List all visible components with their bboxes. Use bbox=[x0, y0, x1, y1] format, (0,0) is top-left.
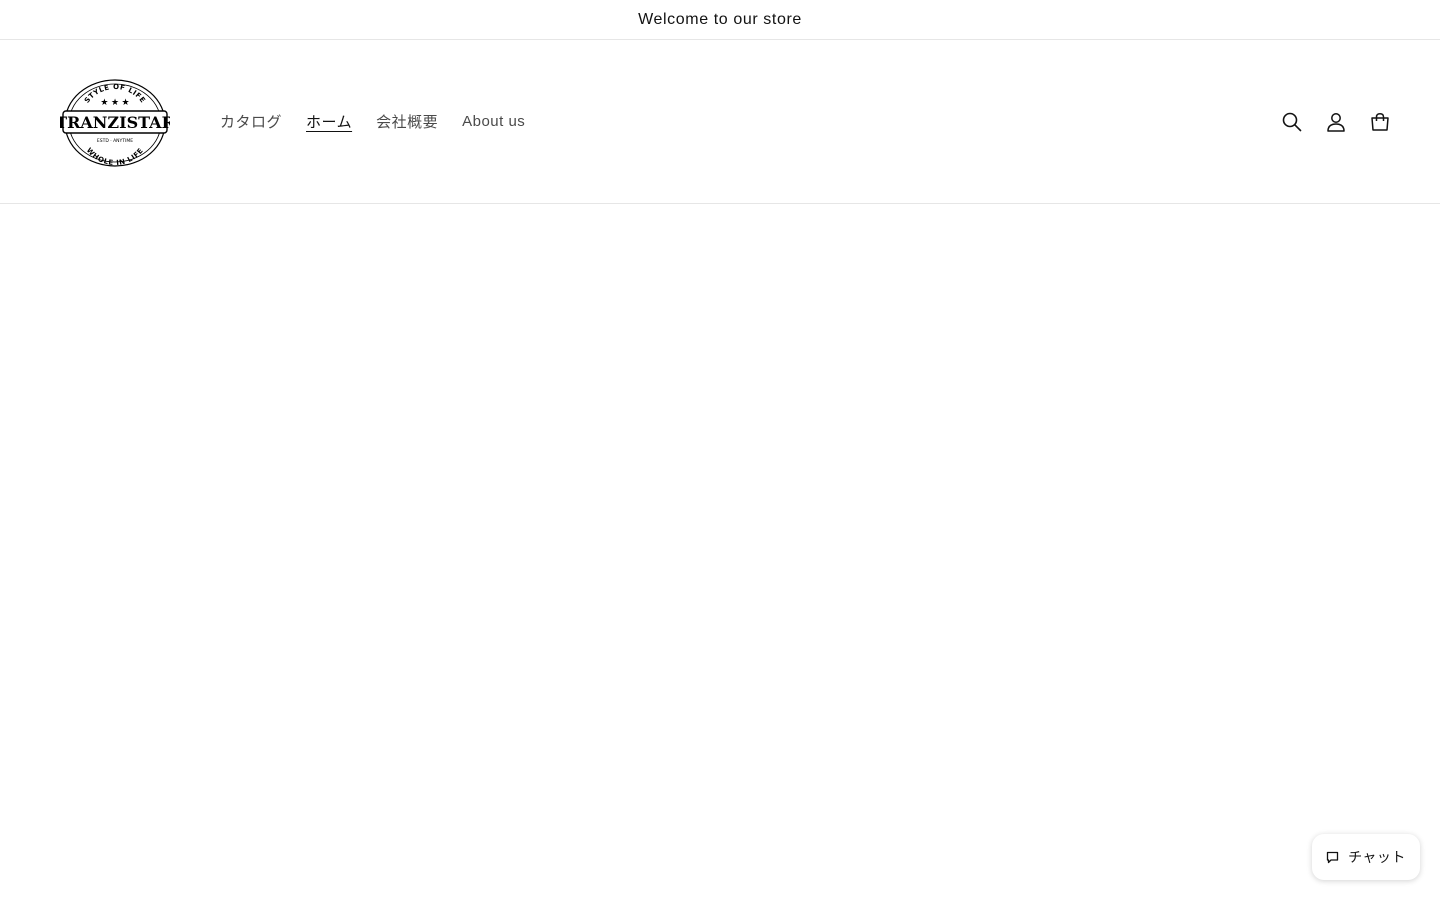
search-button[interactable] bbox=[1270, 100, 1314, 144]
chat-bubble-icon bbox=[1326, 851, 1339, 864]
nav-item-home[interactable]: ホーム bbox=[294, 111, 364, 132]
svg-text:TRANZISTAR: TRANZISTAR bbox=[60, 113, 170, 132]
svg-text:WHOLE IN LIFE: WHOLE IN LIFE bbox=[85, 146, 145, 167]
chat-button[interactable]: チャット bbox=[1312, 834, 1420, 880]
cart-button[interactable] bbox=[1358, 100, 1402, 144]
cart-icon bbox=[1371, 112, 1389, 131]
store-logo[interactable]: STYLE OF LIFE ★ ★ ★ TRANZISTAR ESTD · AN… bbox=[60, 78, 170, 168]
header-icons bbox=[1270, 40, 1402, 203]
nav-item-company[interactable]: 会社概要 bbox=[364, 111, 450, 132]
nav-item-about-us[interactable]: About us bbox=[450, 113, 537, 130]
search-icon bbox=[1282, 112, 1302, 131]
announcement-text: Welcome to our store bbox=[638, 10, 802, 28]
main-content bbox=[0, 204, 1440, 900]
svg-text:ESTD · ANYTIME: ESTD · ANYTIME bbox=[97, 138, 133, 144]
tranzistar-logo-icon: STYLE OF LIFE ★ ★ ★ TRANZISTAR ESTD · AN… bbox=[60, 79, 170, 167]
account-button[interactable] bbox=[1314, 100, 1358, 144]
account-icon bbox=[1327, 112, 1345, 132]
chat-label: チャット bbox=[1348, 849, 1406, 865]
nav-item-catalog[interactable]: カタログ bbox=[208, 111, 294, 132]
site-header: STYLE OF LIFE ★ ★ ★ TRANZISTAR ESTD · AN… bbox=[0, 40, 1440, 204]
main-navigation: カタログ ホーム 会社概要 About us bbox=[208, 40, 537, 203]
announcement-bar: Welcome to our store bbox=[0, 0, 1440, 40]
svg-text:★ ★ ★: ★ ★ ★ bbox=[100, 97, 129, 107]
